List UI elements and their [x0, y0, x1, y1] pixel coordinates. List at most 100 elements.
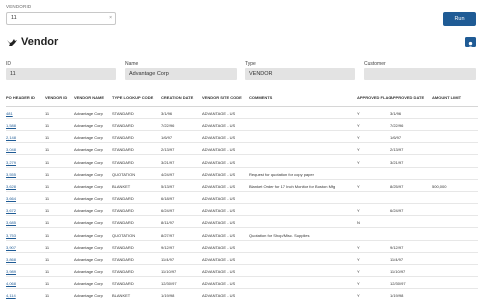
po-header-link[interactable]: 3,753 [6, 233, 16, 238]
filter-bar: VENDORID 11 × Run [0, 0, 483, 30]
column-header-approved-date[interactable]: APPROVED DATE [390, 95, 424, 100]
cell-approved-flag: Y [357, 268, 360, 274]
cell-approved-date: 11/4/97 [390, 256, 404, 262]
cell-vendor-site-code: ADVANTAGE - US [202, 111, 236, 116]
cell-type-lookup-code: STANDARD [112, 281, 134, 287]
po-header-link[interactable]: 3,907 [6, 245, 16, 250]
cell-vendor-site-code: ADVANTAGE - US [202, 147, 236, 153]
clear-icon[interactable]: × [109, 13, 112, 24]
cell-vendor-site-code: ADVANTAGE - US [202, 171, 236, 177]
po-header-link[interactable]: 3,989 [6, 269, 16, 274]
column-header-vendor-name[interactable]: VENDOR NAME [74, 95, 104, 100]
user-button[interactable] [465, 37, 476, 48]
cell-creation-date: 6/24/97 [161, 208, 175, 214]
cell-vendor-id: 11 [45, 256, 50, 262]
cell-vendor-site-code: ADVANTAGE - US [202, 159, 236, 165]
cell-type-lookup-code: QUOTATION [112, 171, 136, 177]
cell-creation-date: 7/22/96 [161, 123, 175, 129]
table-row: 3,555 11 Advantage Corp QUOTATION 4/24/97 ADV… [6, 168, 478, 180]
cell-vendor-site-code: ADVANTAGE - US [202, 281, 236, 287]
cell-vendor-name: Advantage Corp [74, 196, 103, 202]
cell-approved-flag: Y [357, 159, 360, 165]
table-row: 3,672 11 Advantage Corp STANDARD 6/24/97 ADVA… [6, 204, 478, 217]
cell-approved-date: 11/10/97 [390, 268, 406, 274]
cell-approved-date: 9/12/97 [390, 244, 404, 250]
po-header-link[interactable]: 3,279 [6, 160, 16, 165]
po-header-link[interactable]: 481 [6, 111, 13, 116]
po-header-link[interactable]: 3,868 [6, 257, 16, 262]
column-header-vendor-id[interactable]: VENDOR ID [45, 95, 67, 100]
table-row: 3,753 11 Advantage Corp QUOTATION 8/27/97 ADV… [6, 229, 478, 241]
cell-vendor-name: Advantage Corp [74, 123, 103, 129]
cell-vendor-name: Advantage Corp [74, 159, 103, 165]
cell-approved-flag: Y [357, 111, 360, 116]
cell-creation-date: 9/12/97 [161, 244, 175, 250]
column-header-vendor-site-code[interactable]: VENDOR SITE CODE [202, 95, 242, 100]
cell-type-lookup-code: BLANKET [112, 183, 131, 189]
cell-creation-date: 3/21/97 [161, 159, 175, 165]
cell-vendor-site-code: ADVANTAGE - US [202, 208, 236, 214]
column-header-type-lookup-code[interactable]: TYPE LOOKUP CODE [112, 95, 153, 100]
cell-vendor-name: Advantage Corp [74, 232, 103, 238]
cell-vendor-site-code: ADVANTAGE - US [202, 268, 236, 274]
name-field: Advantage Corp [125, 68, 237, 80]
po-header-link[interactable]: 3,672 [6, 208, 16, 213]
cell-creation-date: 6/18/97 [161, 196, 175, 202]
table-row: 3,868 11 Advantage Corp STANDARD 11/4/97 ADVA… [6, 253, 478, 265]
cell-type-lookup-code: STANDARD [112, 256, 134, 262]
po-header-link[interactable]: 4,114 [6, 293, 16, 298]
cell-vendor-id: 11 [45, 268, 50, 274]
cell-approved-flag: Y [357, 123, 360, 129]
po-header-link[interactable]: 3,685 [6, 220, 16, 225]
table-row: 3,279 11 Advantage Corp STANDARD 3/21/97 ADVA… [6, 156, 478, 168]
run-button[interactable]: Run [443, 12, 476, 26]
name-label: Name [125, 61, 139, 67]
po-header-link[interactable]: 3,555 [6, 172, 16, 177]
cell-creation-date: 11/4/97 [161, 256, 175, 262]
cell-approved-date: 3/21/97 [390, 159, 404, 165]
column-header-creation-date[interactable]: CREATION DATE [161, 95, 193, 100]
po-header-link[interactable]: 3,048 [6, 147, 16, 152]
cell-vendor-name: Advantage Corp [74, 183, 103, 189]
cell-creation-date: 8/27/97 [161, 232, 175, 238]
type-label: Type [245, 61, 256, 67]
cell-vendor-name: Advantage Corp [74, 268, 103, 274]
po-header-link[interactable]: 4,068 [6, 281, 16, 286]
cell-vendor-name: Advantage Corp [74, 147, 103, 153]
table-row: 3,907 11 Advantage Corp STANDARD 9/12/97 ADVA… [6, 241, 478, 253]
cell-vendor-id: 11 [45, 281, 50, 287]
po-header-link[interactable]: 3,628 [6, 184, 16, 189]
table-row: 3,989 11 Advantage Corp STANDARD 11/10/97 ADV… [6, 265, 478, 277]
cell-creation-date: 1/19/98 [161, 293, 175, 299]
cell-approved-date: 3/1/96 [390, 111, 402, 116]
vendor-id-input[interactable]: 11 × [6, 12, 116, 25]
cell-type-lookup-code: STANDARD [112, 123, 134, 129]
bird-icon [7, 39, 17, 46]
column-header-comments[interactable]: COMMENTS [249, 95, 272, 100]
cell-type-lookup-code: STANDARD [112, 268, 134, 274]
cell-type-lookup-code: STANDARD [112, 244, 134, 250]
column-header-po-header-id[interactable]: PO HEADER ID [6, 95, 35, 100]
column-header-approved-flag[interactable]: APPROVED FLAG [357, 95, 391, 100]
cell-vendor-site-code: ADVANTAGE - US [202, 196, 236, 202]
table-row: 4,114 11 Advantage Corp BLANKET 1/19/98 ADVAN… [6, 289, 478, 300]
cell-creation-date: 3/1/96 [161, 111, 173, 116]
cell-vendor-id: 11 [45, 208, 50, 214]
cell-vendor-name: Advantage Corp [74, 244, 103, 250]
cell-amount-limit: 500,000 [432, 183, 447, 189]
po-header-link[interactable]: 1,588 [6, 123, 16, 128]
cell-vendor-id: 11 [45, 196, 50, 202]
cell-vendor-id: 11 [45, 171, 50, 177]
cell-approved-date: 12/30/97 [390, 281, 406, 287]
cell-vendor-id: 11 [45, 183, 50, 189]
column-header-amount-limit[interactable]: AMOUNT LIMIT [432, 95, 461, 100]
cell-vendor-name: Advantage Corp [74, 256, 103, 262]
po-header-link[interactable]: 3,664 [6, 196, 16, 201]
po-header-link[interactable]: 2,148 [6, 135, 16, 140]
table-row: 3,628 11 Advantage Corp BLANKET 5/13/97 ADVAN… [6, 180, 478, 192]
cell-comments: Quotation for Shop/Misc. Supplies [249, 232, 310, 238]
user-icon [467, 41, 474, 48]
cell-comments: Blanket Order for 17 Inch Monitor for Bo… [249, 183, 336, 189]
cell-type-lookup-code: STANDARD [112, 196, 134, 202]
cell-vendor-name: Advantage Corp [74, 135, 103, 141]
